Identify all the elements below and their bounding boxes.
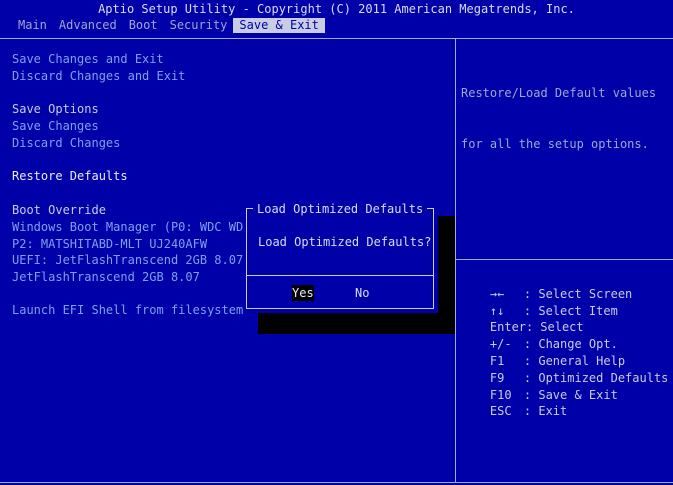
tab-main[interactable]: Main	[12, 18, 53, 33]
frame-top-border	[0, 38, 673, 39]
dialog-border	[246, 208, 434, 309]
key-hint-exit: ESC: Exit	[489, 404, 568, 418]
menu-item-discard-changes[interactable]: Discard Changes	[12, 135, 120, 152]
dialog-message: Load Optimized Defaults?	[258, 235, 432, 249]
bios-screen: Aptio Setup Utility - Copyright (C) 2011…	[0, 0, 673, 485]
load-defaults-dialog: Load Optimized Defaults Load Optimized D…	[243, 200, 438, 313]
frame-bottom-border	[0, 482, 673, 483]
boot-option-optical-drive[interactable]: P2: MATSHITABD-MLT UJ240AFW	[12, 236, 207, 253]
tab-boot[interactable]: Boot	[123, 18, 164, 33]
yes-button[interactable]: Yes	[292, 285, 314, 301]
boot-option-windows-boot-manager[interactable]: Windows Boot Manager (P0: WDC WD7	[12, 219, 250, 236]
help-divider	[456, 259, 673, 260]
help-description: Restore/Load Default values for all the …	[461, 51, 656, 187]
menu-item-save-changes-and-exit[interactable]: Save Changes and Exit	[12, 51, 164, 68]
boot-option-usb[interactable]: JetFlashTranscend 2GB 8.07	[12, 269, 200, 286]
boot-override-heading: Boot Override	[12, 203, 106, 217]
menu-item-save-changes[interactable]: Save Changes	[12, 118, 99, 135]
dialog-title: Load Optimized Defaults	[253, 202, 428, 216]
panel-divider	[455, 38, 456, 483]
help-description-line: for all the setup options.	[461, 137, 649, 151]
dialog-divider	[247, 275, 434, 276]
no-button[interactable]: No	[355, 285, 369, 301]
key-label: ESC	[489, 404, 512, 418]
menu-item-discard-changes-and-exit[interactable]: Discard Changes and Exit	[12, 68, 185, 85]
boot-option-uefi-usb[interactable]: UEFI: JetFlashTranscend 2GB 8.07	[12, 252, 243, 269]
tab-save-exit[interactable]: Save & Exit	[233, 18, 325, 33]
window-title: Aptio Setup Utility - Copyright (C) 2011…	[98, 2, 575, 16]
help-description-line: Restore/Load Default values	[461, 86, 657, 100]
tab-advanced[interactable]: Advanced	[53, 18, 123, 33]
menu-item-launch-efi-shell[interactable]: Launch EFI Shell from filesystem	[12, 302, 243, 319]
tab-bar: Main Advanced Boot Security Save & Exit	[12, 18, 325, 33]
save-options-heading: Save Options	[12, 102, 99, 116]
tab-security[interactable]: Security	[164, 18, 234, 33]
menu-item-restore-defaults[interactable]: Restore Defaults	[12, 168, 128, 185]
